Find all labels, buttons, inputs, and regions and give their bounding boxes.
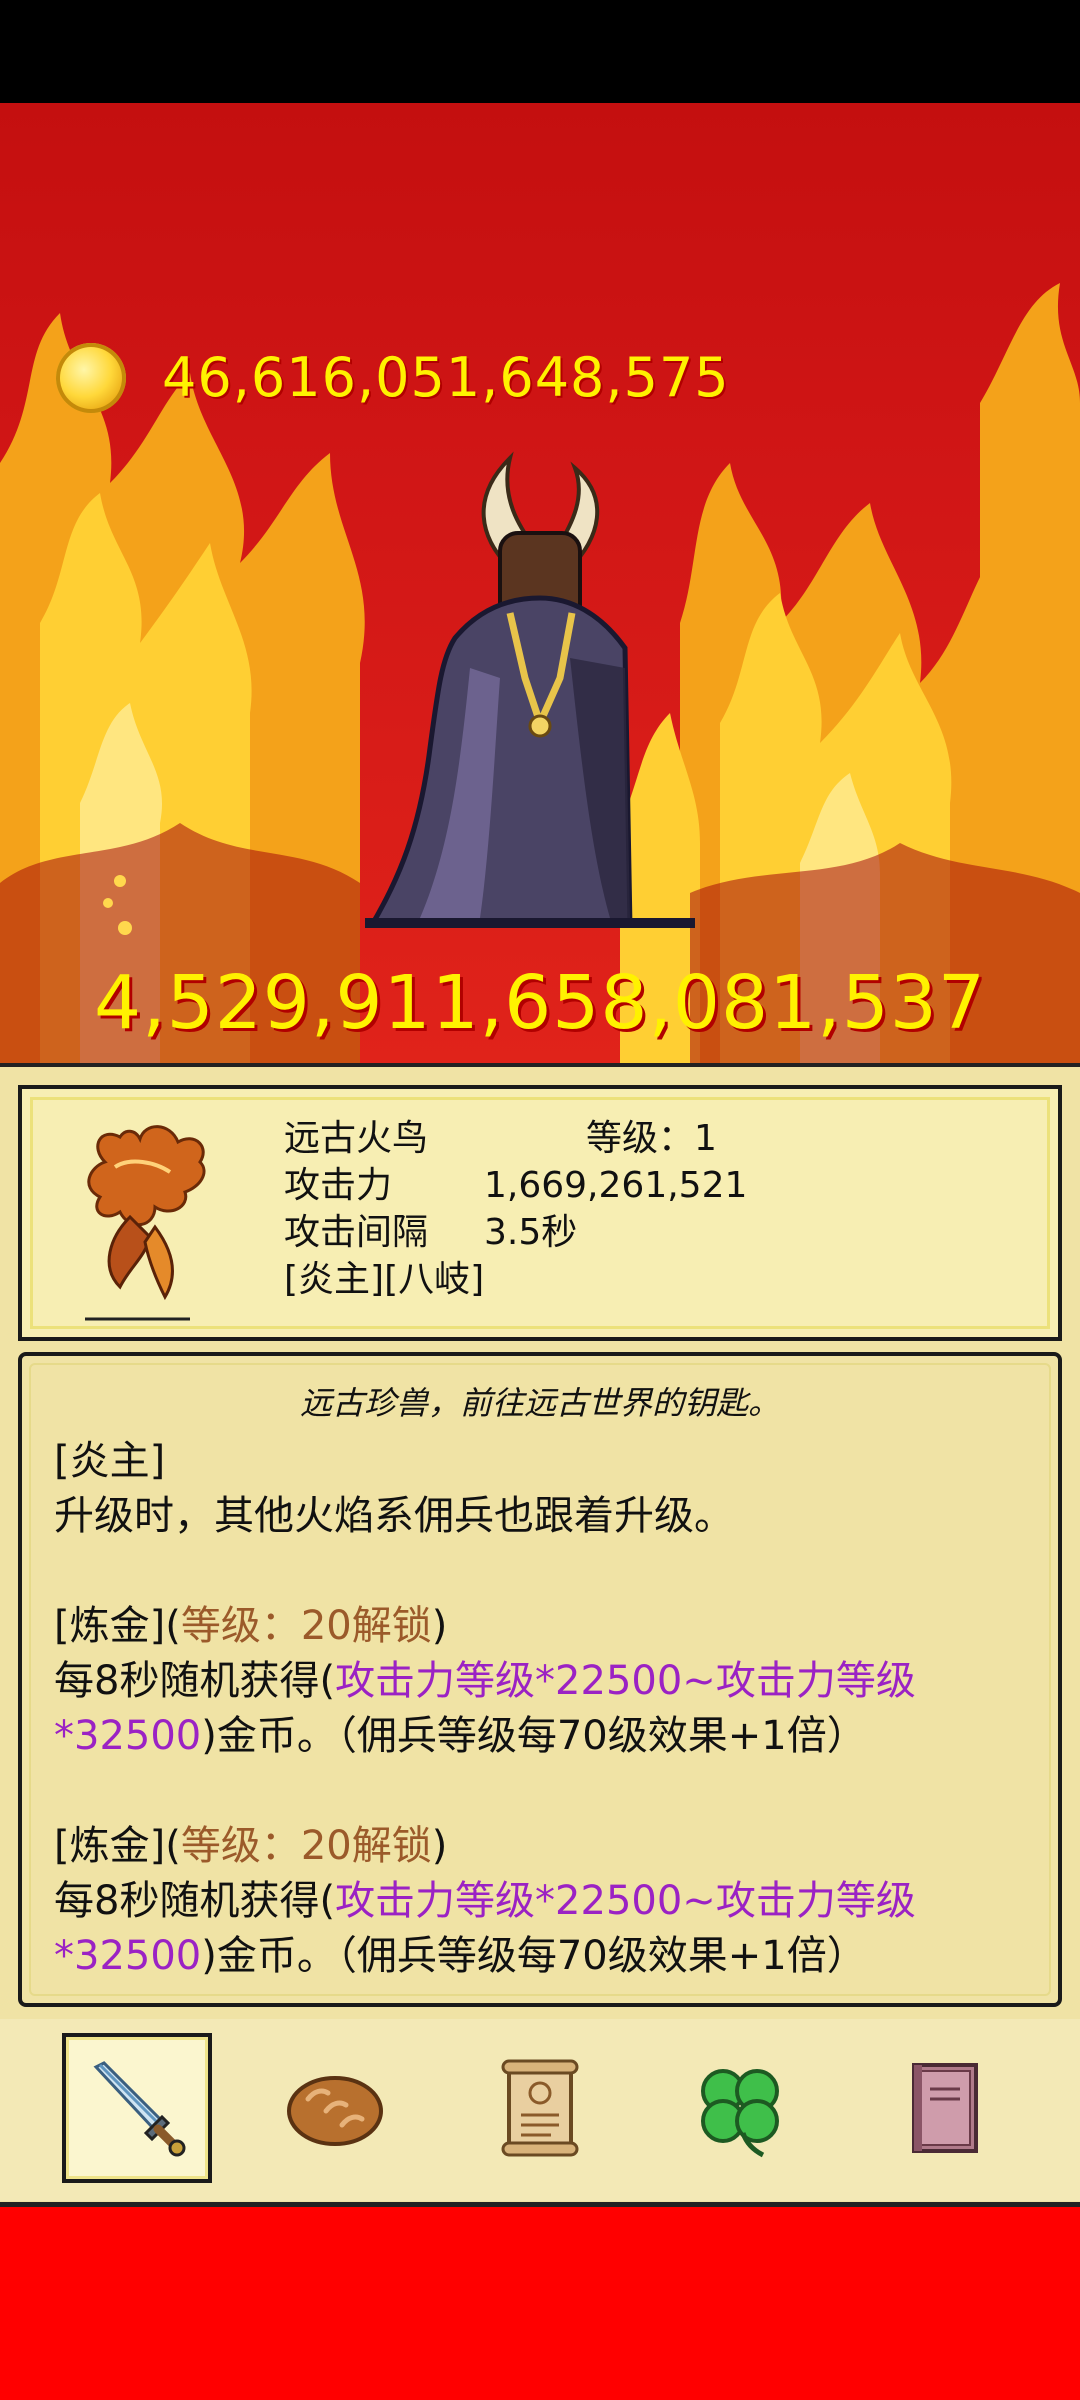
bottom-red-bar (0, 2207, 1080, 2400)
skill3-text: 每8秒随机获得(攻击力等级*22500~攻击力等级*32500)金币。（佣兵等级… (54, 1874, 1044, 1984)
phoenix-portrait-icon (85, 1125, 206, 1321)
skill2-suffix: )金币。（佣兵等级每70级效果+1倍） (201, 1713, 867, 1759)
scroll-icon (501, 2059, 579, 2157)
skill3-suffix: )金币。（佣兵等级每70级效果+1倍） (201, 1933, 867, 1979)
skill3-paren-close: ) (431, 1823, 448, 1869)
flavor-text: 远古珍兽，前往远古世界的钥匙。 (299, 1384, 780, 1422)
hero-level: 等级：1 (586, 1118, 717, 1159)
hero-tags: [炎主][八岐] (284, 1259, 485, 1300)
gold-coin-icon (56, 343, 126, 413)
description-box: 远古珍兽，前往远古世界的钥匙。 [炎主] 升级时，其他火焰系佣兵也跟着升级。 [… (18, 1352, 1062, 2007)
tab-food[interactable] (260, 2033, 410, 2183)
sword-icon (93, 2061, 186, 2157)
skill3-title: [炼金] (54, 1823, 166, 1869)
skill2-paren-open: ( (165, 1603, 181, 1649)
hero-panel: 远古火鸟 等级：1 攻击力 1,669,261,521 攻击间隔 3.5秒 [炎… (0, 1063, 1080, 2207)
skill2-lock: 等级：20解锁 (180, 1603, 432, 1649)
boss-hp: 4,529,911,658,081,537 (94, 960, 986, 1046)
skill2-text: 每8秒随机获得(攻击力等级*22500~攻击力等级*32500)金币。（佣兵等级… (54, 1654, 1044, 1764)
skill2-title: [炼金] (54, 1603, 166, 1649)
skill3-paren-open: ( (165, 1823, 181, 1869)
hero-name: 远古火鸟 (284, 1118, 429, 1159)
hero-card[interactable]: 远古火鸟 等级：1 攻击力 1,669,261,521 攻击间隔 3.5秒 [炎… (18, 1085, 1062, 1341)
interval-label: 攻击间隔 (284, 1212, 429, 1253)
skill3-lock: 等级：20解锁 (180, 1823, 432, 1869)
interval-value: 3.5秒 (484, 1212, 578, 1253)
tab-scroll[interactable] (465, 2033, 615, 2183)
battle-area[interactable]: 46,616,051,648,575 4,529,911,658,081,537 (0, 103, 1080, 1063)
hero-stats: 远古火鸟 等级：1 攻击力 1,669,261,521 攻击间隔 3.5秒 [炎… (284, 1115, 747, 1303)
book-icon (912, 2063, 978, 2153)
skill2-header: [炼金](等级：20解锁) (54, 1599, 1044, 1654)
attack-value: 1,669,261,521 (484, 1165, 748, 1206)
tab-clover[interactable] (665, 2033, 815, 2183)
skill-descriptions: [炎主] 升级时，其他火焰系佣兵也跟着升级。 [炼金](等级：20解锁) 每8秒… (54, 1434, 1044, 1984)
bottom-tab-bar (0, 2019, 1080, 2201)
bread-icon (287, 2076, 383, 2146)
skill3-prefix: 每8秒随机获得( (54, 1878, 336, 1924)
boss-demon-sprite[interactable] (360, 448, 700, 928)
gold-amount: 46,616,051,648,575 (162, 346, 730, 409)
skill1-title: [炎主] (54, 1438, 166, 1484)
gold-counter: 46,616,051,648,575 (56, 338, 730, 418)
clover-icon (701, 2069, 779, 2158)
tab-mercenary[interactable] (62, 2033, 212, 2183)
status-bar (0, 0, 1080, 103)
attack-label: 攻击力 (284, 1165, 393, 1206)
tab-book[interactable] (870, 2033, 1020, 2183)
skill2-prefix: 每8秒随机获得( (54, 1658, 336, 1704)
skill3-header: [炼金](等级：20解锁) (54, 1819, 1044, 1874)
skill1-text: 升级时，其他火焰系佣兵也跟着升级。 (54, 1493, 734, 1539)
skill2-paren-close: ) (431, 1603, 448, 1649)
